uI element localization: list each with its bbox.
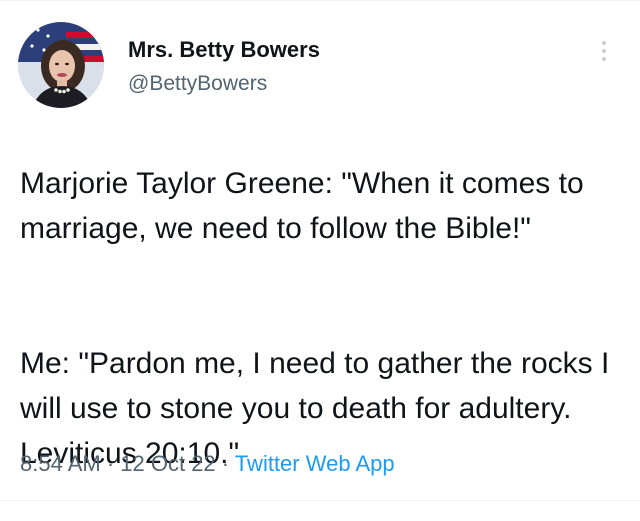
user-handle[interactable]: @BettyBowers [128,71,320,97]
tweet-date[interactable]: 12 Oct 22 [120,451,215,476]
tweet-metadata: 8:54 AM · 12 Oct 22 · Twitter Web App [20,450,395,478]
display-name[interactable]: Mrs. Betty Bowers [128,36,320,64]
author-info: Mrs. Betty Bowers @BettyBowers [128,36,320,97]
meta-separator: · [100,451,121,476]
tweet-time[interactable]: 8:54 AM [20,451,101,476]
top-divider [0,0,640,1]
more-vertical-icon-dot [602,49,606,53]
tweet-source-link[interactable]: Twitter Web App [235,451,395,476]
more-vertical-icon-dot [602,57,606,61]
avatar-image [18,22,104,108]
more-vertical-icon [602,41,606,45]
meta-separator: · [215,451,235,476]
more-options-button[interactable] [592,36,616,66]
avatar[interactable] [18,22,104,108]
tweet-card: Mrs. Betty Bowers @BettyBowers Marjorie … [0,0,640,501]
tweet-paragraph: Marjorie Taylor Greene: "When it comes t… [20,167,584,245]
